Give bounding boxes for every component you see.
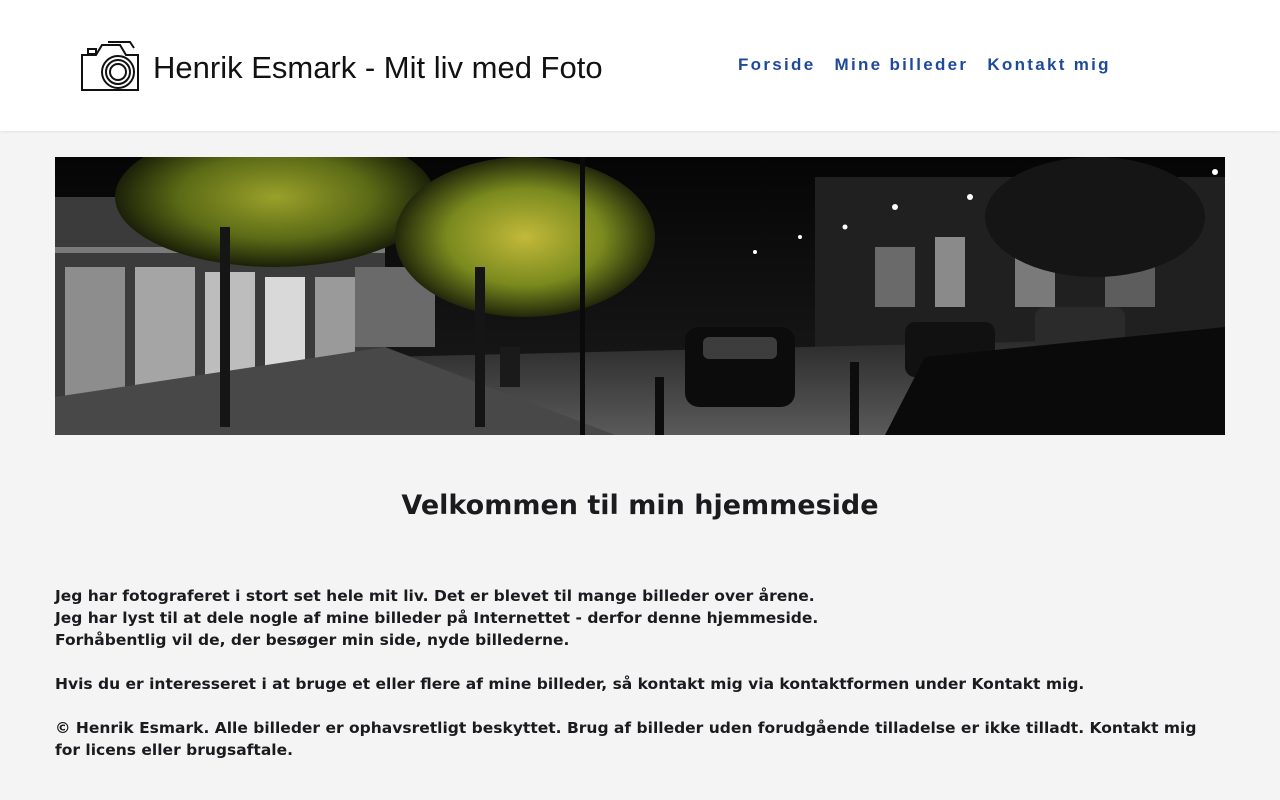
site-logo[interactable]: Henrik Esmark - Mit liv med Foto [78,38,603,98]
main-content: Jeg har fotograferet i stort set hele mi… [55,585,1225,761]
intro-paragraph-3: Forhåbentlig vil de, der besøger min sid… [55,631,570,649]
contact-paragraph: Hvis du er interesseret i at bruge et el… [55,675,1085,693]
intro-paragraph-1: Jeg har fotograferet i stort set hele mi… [55,587,815,605]
nav-item-mine-billeder[interactable]: Mine billeder [835,55,969,75]
intro-paragraph-2: Jeg har lyst til at dele nogle af mine b… [55,609,819,627]
hero-image [55,157,1225,435]
site-title: Henrik Esmark - Mit liv med Foto [153,50,603,85]
copyright-paragraph: © Henrik Esmark. Alle billeder er ophavs… [55,719,1197,759]
site-header: Henrik Esmark - Mit liv med Foto Forside… [0,0,1280,131]
main-nav: Forside Mine billeder Kontakt mig [738,55,1130,75]
camera-icon [81,41,139,91]
nav-item-kontakt-mig[interactable]: Kontakt mig [987,55,1111,75]
page-title: Velkommen til min hjemmeside [401,490,879,521]
nav-item-forside[interactable]: Forside [738,55,816,75]
